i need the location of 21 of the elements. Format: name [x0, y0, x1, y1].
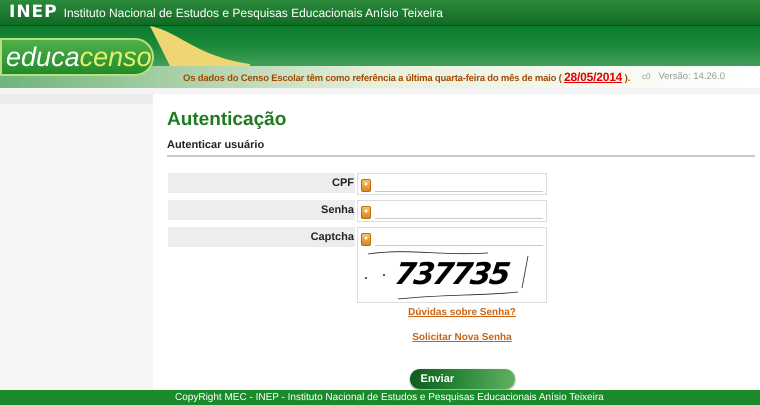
input-field[interactable] [357, 173, 547, 196]
required-icon [361, 206, 371, 219]
field-label-cell: CPF [168, 173, 355, 194]
password-field[interactable] [357, 200, 547, 222]
census-notice: Os dados do Censo Escolar têm como referência a última quarta-feira do mês de maio ( 28/05/2014 ). [183, 68, 630, 86]
captcha-image: 737735 [358, 248, 546, 302]
required-icon [361, 178, 371, 192]
required-icon [361, 232, 371, 246]
educacenso-logo: educacenso [0, 38, 154, 76]
page-title: Autenticação [167, 108, 288, 132]
institute-name: Instituto Nacional de Estudos e Pesquisas Educacionais Anísio Teixeira [64, 4, 443, 22]
footer: CopyRight MEC - INEP - Instituto Nacional de Estudos e Pesquisas Educacionais Anísio Teixeira [0, 390, 760, 405]
help-link[interactable]: Solicitar Nova Senha [412, 330, 512, 346]
inep-logo: INEP [9, 4, 58, 21]
help-link[interactable]: Dúvidas sobre Senha? [408, 305, 516, 320]
section-title: Autenticar usuário [167, 136, 755, 158]
version-label: Versão: 14.26.0 [658, 70, 726, 84]
field-label-cell: Captcha [168, 227, 355, 248]
code-label: c0 [642, 71, 650, 83]
submit-button[interactable]: Enviar [410, 369, 514, 390]
field-label-cell: Senha [168, 200, 355, 220]
